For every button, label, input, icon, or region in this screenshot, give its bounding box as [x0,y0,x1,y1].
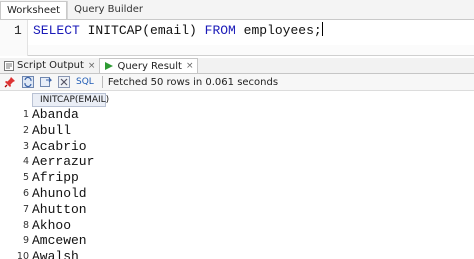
table-row[interactable]: 8 Akhoo [0,218,474,234]
pin-icon[interactable] [4,76,16,88]
tab-query-builder[interactable]: Query Builder [67,1,149,19]
line-number-gutter: 1 [0,20,28,56]
tab-script-output[interactable]: Script Output × [0,58,99,73]
sql-keyword-from: FROM [204,23,236,38]
table-cell[interactable]: Awalsh [32,249,106,259]
editor-horizontal-scrollbar[interactable] [28,45,474,55]
tab-query-result-label: Query Result [117,60,182,72]
table-cell[interactable]: Aerrazur [32,154,106,170]
row-number-header [0,93,32,107]
tab-script-output-label: Script Output [17,60,84,71]
row-number: 4 [22,156,29,168]
table-cell[interactable]: Acabrio [32,139,106,155]
row-number: 9 [22,235,29,247]
sql-table-name: employees; [235,23,322,38]
fetch-status-text: Fetched 50 rows in 0.061 seconds [107,76,279,88]
run-query-icon [104,61,114,71]
clear-icon[interactable] [58,76,70,88]
table-cell[interactable]: Abull [32,123,106,139]
worksheet-tab-bar: Worksheet Query Builder [0,0,474,20]
table-row[interactable]: 10 Awalsh [0,249,474,259]
column-header-initcap-email[interactable]: INITCAP(EMAIL) [32,93,109,107]
result-toolbar: SQL Fetched 50 rows in 0.061 seconds [0,74,474,91]
sql-keyword-select: SELECT [33,23,80,38]
row-number: 1 [22,109,29,120]
table-cell[interactable]: Ahutton [32,202,106,218]
grid-header-row: INITCAP(EMAIL) [0,93,474,107]
table-row[interactable]: 9 Amcewen [0,233,474,249]
table-row[interactable]: 6 Ahunold [0,186,474,202]
sql-label[interactable]: SQL [76,77,94,87]
line-number: 1 [14,23,22,38]
refresh-icon[interactable] [22,76,34,88]
table-row[interactable]: 3 Acabrio [0,139,474,155]
sql-select-expression: INITCAP(email) [79,23,205,38]
table-row[interactable]: 5 Afripp [0,170,474,186]
row-number: 5 [22,172,29,184]
tab-worksheet[interactable]: Worksheet [0,1,68,19]
table-cell[interactable]: Ahunold [32,186,106,202]
text-caret [321,22,323,36]
table-cell[interactable]: Afripp [32,170,106,186]
table-row[interactable]: 2 Abull [0,123,474,139]
row-number: 8 [22,219,29,231]
row-number: 6 [22,187,29,199]
table-cell[interactable]: Amcewen [32,233,106,249]
result-tab-bar: Script Output × Query Result × [0,58,474,74]
close-script-output-icon[interactable]: × [88,61,96,71]
row-number: 10 [16,251,29,259]
row-number: 2 [22,124,29,136]
sql-editor[interactable]: 1 SELECT INITCAP(email) FROM employees; [0,20,474,56]
table-cell[interactable]: Akhoo [32,218,106,234]
table-row[interactable]: 4 Aerrazur [0,154,474,170]
row-number: 7 [22,203,29,215]
script-output-icon [4,60,14,71]
table-row[interactable]: 1 Abanda [0,107,474,123]
row-number: 3 [22,140,29,152]
table-row[interactable]: 7 Ahutton [0,202,474,218]
table-cell[interactable]: Abanda [32,107,106,123]
close-query-result-icon[interactable]: × [186,61,194,71]
export-icon[interactable] [40,76,53,88]
code-line[interactable]: SELECT INITCAP(email) FROM employees; [33,22,474,40]
tab-query-result[interactable]: Query Result × [99,58,199,73]
toolbar-separator [101,76,103,88]
result-grid: INITCAP(EMAIL) 1 Abanda 2 Abull 3 Acabrio 4… [0,93,474,259]
